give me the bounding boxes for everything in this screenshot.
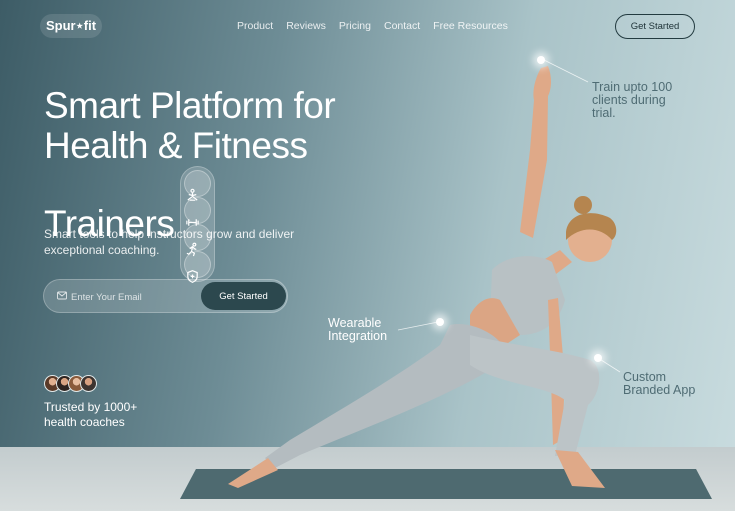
get-started-nav-button[interactable]: Get Started bbox=[615, 14, 695, 39]
hero-title-line-2: Health & Fitness bbox=[44, 125, 308, 166]
trial-hotspot bbox=[537, 56, 545, 64]
email-input[interactable] bbox=[71, 288, 201, 306]
coach-avatars bbox=[44, 375, 97, 392]
brand-logo[interactable]: Spur⋆fit bbox=[40, 14, 103, 38]
nav-link-reviews[interactable]: Reviews bbox=[286, 20, 326, 32]
mail-icon bbox=[57, 291, 67, 300]
trusted-by-text: Trusted by 1000+ health coaches bbox=[44, 400, 138, 429]
wearable-hotspot bbox=[436, 318, 444, 326]
get-started-email-button[interactable]: Get Started bbox=[201, 282, 286, 310]
nav-link-contact[interactable]: Contact bbox=[384, 20, 420, 32]
feature-icons-group bbox=[180, 166, 216, 283]
callout-wearable: Wearable Integration bbox=[328, 316, 388, 343]
yoga-icon bbox=[184, 170, 212, 201]
hero-title-line-3-row: Trainers bbox=[44, 166, 335, 283]
branded-app-hotspot bbox=[594, 354, 602, 362]
hero-title-line-1: Smart Platform for bbox=[44, 85, 336, 126]
email-signup-form: Get Started bbox=[43, 279, 288, 313]
nav-link-free-resources[interactable]: Free Resources bbox=[433, 20, 508, 32]
main-nav: Product Reviews Pricing Contact Free Res… bbox=[237, 20, 508, 32]
callout-branded-app: Custom Branded App bbox=[623, 370, 696, 397]
nav-link-product[interactable]: Product bbox=[237, 20, 273, 32]
callout-trial: Train upto 100 clients during trial. bbox=[592, 80, 673, 120]
avatar bbox=[80, 375, 97, 392]
hero-subtitle: Smart tools to help instructors grow and… bbox=[44, 227, 295, 257]
nav-link-pricing[interactable]: Pricing bbox=[339, 20, 371, 32]
